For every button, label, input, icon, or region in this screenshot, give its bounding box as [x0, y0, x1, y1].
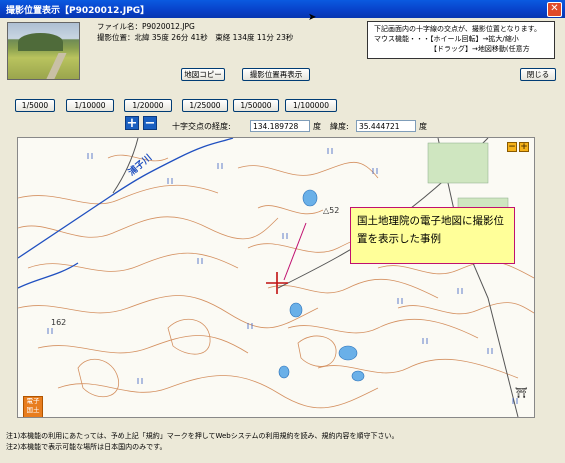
- scale-button-50000[interactable]: 1/50000: [233, 99, 279, 112]
- latitude-field[interactable]: 35.444721: [356, 120, 416, 132]
- window-close-button[interactable]: ✕: [547, 2, 562, 17]
- mouse-cursor-icon: ➤: [308, 12, 317, 23]
- latitude-label: 緯度:: [330, 122, 349, 131]
- zoom-in-button[interactable]: +: [125, 116, 139, 130]
- scale-button-100000[interactable]: 1/100000: [285, 99, 337, 112]
- note-2: 注2)本機能で表示可能な場所は日本国内のみです。: [6, 443, 167, 451]
- scale-button-10000[interactable]: 1/10000: [66, 99, 114, 112]
- file-name-text: ファイル名：P9020012.JPG: [97, 22, 195, 31]
- note-1: 注1)本機能の利用にあたっては、予め上記「規約」マークを押してWebシステムの利…: [6, 432, 399, 440]
- longitude-unit: 度: [313, 122, 321, 131]
- window-title: 撮影位置表示【P9020012.JPG】: [6, 6, 150, 16]
- map-drawing: [18, 138, 534, 417]
- hint-line-2: マウス機能・・・【ホイール回転】→拡大/縮小: [374, 35, 519, 43]
- map-copy-button[interactable]: 地図コピー: [181, 68, 225, 81]
- title-bar: 撮影位置表示【P9020012.JPG】 ✕: [0, 0, 565, 18]
- shrine-icon: ⛩: [515, 388, 528, 399]
- elevation-label: 162: [51, 318, 67, 327]
- gsi-logo[interactable]: 電子 国土: [23, 396, 43, 417]
- crosshair-marker: [266, 272, 288, 294]
- longitude-field[interactable]: 134.189728: [250, 120, 310, 132]
- topographic-map[interactable]: 浦子川 162 △52 国土地理院の電子地図に撮影位置を表示した事例 − + 電…: [17, 137, 535, 418]
- photo-thumbnail: [7, 22, 80, 80]
- close-button[interactable]: 閉じる: [520, 68, 556, 81]
- map-zoom-out-icon[interactable]: −: [507, 142, 517, 152]
- map-zoom-in-icon[interactable]: +: [519, 142, 529, 152]
- hint-line-3: 【ドラッグ】→地図移動(任意方: [430, 45, 530, 53]
- scale-button-25000[interactable]: 1/25000: [182, 99, 228, 112]
- photo-info: ファイル名：P9020012.JPG 撮影位置：北緯 35度 26分 41秒 東…: [97, 21, 293, 43]
- zoom-out-button[interactable]: −: [143, 116, 157, 130]
- benchmark-label: △52: [323, 206, 340, 215]
- map-callout: 国土地理院の電子地図に撮影位置を表示した事例: [350, 207, 515, 264]
- scale-button-20000[interactable]: 1/20000: [124, 99, 172, 112]
- longitude-label: 十字交点の経度:: [172, 122, 231, 131]
- scale-button-5000[interactable]: 1/5000: [15, 99, 55, 112]
- latitude-unit: 度: [419, 122, 427, 131]
- hint-line-1: 下記画面内の十字線の交点が、撮影位置となります。: [374, 25, 541, 33]
- redisplay-position-button[interactable]: 撮影位置再表示: [242, 68, 310, 81]
- usage-hint-box: 下記画面内の十字線の交点が、撮影位置となります。 マウス機能・・・【ホイール回転…: [367, 21, 555, 59]
- position-text: 撮影位置：北緯 35度 26分 41秒 東経 134度 11分 23秒: [97, 33, 294, 42]
